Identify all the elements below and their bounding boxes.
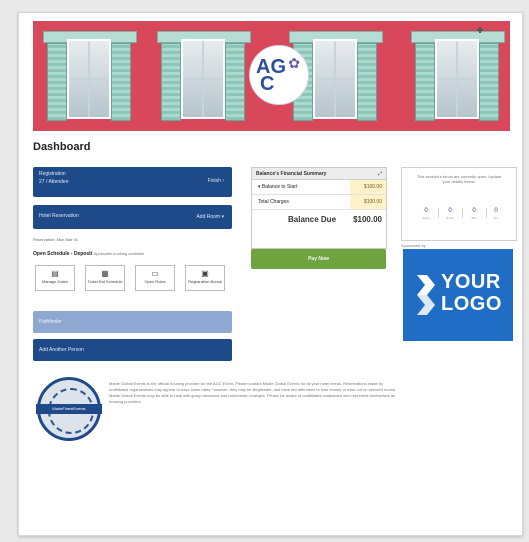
chevron-right-icon: › bbox=[222, 178, 224, 184]
tile-label: Ticket Bid Schedule bbox=[87, 279, 123, 284]
balance-due-value: $100.00 bbox=[353, 215, 382, 224]
cursor-icon bbox=[477, 27, 483, 33]
banner-window bbox=[157, 31, 251, 121]
expand-icon[interactable]: ⤢ bbox=[378, 171, 382, 177]
quick-action-ticket-schedule[interactable]: ▦ Ticket Bid Schedule bbox=[85, 265, 125, 291]
financial-summary: Balance's Financial Summary ⤢ ▾ Balance … bbox=[251, 167, 387, 249]
quick-action-registration-bonus[interactable]: ▣ Registration Bonus bbox=[185, 265, 225, 291]
financial-summary-title: Balance's Financial Summary bbox=[256, 171, 327, 177]
housing-notice-paragraph: Madie Global Events is the official hous… bbox=[109, 381, 397, 404]
flower-icon: ✿ bbox=[288, 55, 300, 71]
open-schedule-title: Open Schedule - Deposit bbox=[33, 251, 93, 257]
financial-summary-header: Balance's Financial Summary ⤢ bbox=[252, 168, 386, 180]
open-schedule-subtitle: Applicable booking available bbox=[93, 251, 145, 256]
gift-icon: ▣ bbox=[201, 269, 209, 278]
row-label: Balance to Start bbox=[261, 184, 298, 190]
sponsor-caption: Sponsored by bbox=[401, 243, 426, 248]
calendar-icon: ▤ bbox=[51, 269, 59, 278]
add-room-label: Add Room bbox=[196, 214, 221, 220]
summary-row: Total Charges $100.00 bbox=[252, 195, 386, 210]
caret-icon: ▾ bbox=[258, 184, 261, 190]
tile-label: Manage Dates bbox=[41, 279, 68, 284]
pathfinder-button[interactable]: Pathfinder bbox=[33, 311, 232, 333]
row-value: $100.00 bbox=[350, 195, 386, 209]
pay-now-button[interactable]: Pay Now bbox=[251, 249, 386, 269]
badge-ribbon-text: MadeFinestEvents bbox=[36, 404, 102, 414]
countdown-days: 0 Days bbox=[422, 208, 430, 220]
hotel-reservation-button[interactable]: Hotel Reservation Add Room ▾ bbox=[33, 205, 232, 229]
add-another-person-button[interactable]: Add Another Person bbox=[33, 339, 232, 361]
logo-word-logo: LOGO bbox=[441, 293, 502, 315]
countdown-seconds: 0 Sec bbox=[493, 208, 499, 220]
quick-action-open-roles[interactable]: ▭ Open Roles bbox=[135, 265, 175, 291]
balance-due-row: Balance Due $100.00 bbox=[252, 210, 386, 230]
countdown-message: This session's funds are currently open.… bbox=[416, 174, 502, 184]
page-title: Dashboard bbox=[33, 141, 91, 153]
chevron-down-icon: ▾ bbox=[221, 214, 224, 220]
logo-word-your: YOUR bbox=[441, 271, 501, 293]
organization-logo: AG C ✿ bbox=[249, 45, 309, 105]
banner-window bbox=[411, 31, 505, 121]
open-schedule-heading: Open Schedule - Deposit Applicable booki… bbox=[33, 251, 144, 257]
reservation-note: Reservation: Mon Mar 01 bbox=[33, 237, 78, 242]
countdown-panel: This session's funds are currently open.… bbox=[401, 167, 517, 241]
tile-label: Registration Bonus bbox=[188, 279, 222, 284]
countdown-timer: 0 Days 0 Hours 0 Min 0 Sec bbox=[416, 206, 504, 226]
chevron-logo-icon bbox=[417, 275, 435, 315]
balance-due-label: Balance Due bbox=[288, 215, 337, 224]
event-badge-logo: MadeFinestEvents bbox=[36, 377, 102, 441]
banner-window bbox=[43, 31, 137, 121]
registration-status: Finish bbox=[207, 178, 221, 184]
quick-actions: ▤ Manage Dates ▦ Ticket Bid Schedule ▭ O… bbox=[35, 265, 231, 291]
countdown-hours: 0 Hours bbox=[445, 208, 454, 220]
row-label: Total Charges bbox=[258, 199, 289, 205]
tile-label: Open Roles bbox=[144, 279, 166, 284]
registration-button[interactable]: Registration 27 / Attendee Finish › bbox=[33, 167, 232, 197]
dashboard-window: AG C ✿ Dashboard Registration 27 / Atten… bbox=[18, 12, 523, 536]
registration-sublabel: 27 / Attendee bbox=[39, 179, 69, 185]
sponsor-logo[interactable]: YOUR LOGO bbox=[403, 249, 513, 341]
ticket-icon: ▦ bbox=[101, 269, 109, 278]
registration-label: Registration bbox=[39, 171, 66, 177]
summary-row: ▾ Balance to Start $100.00 bbox=[252, 180, 386, 195]
countdown-minutes: 0 Min bbox=[471, 208, 477, 220]
row-value: $100.00 bbox=[350, 180, 386, 194]
quick-action-manage-dates[interactable]: ▤ Manage Dates bbox=[35, 265, 75, 291]
list-icon: ▭ bbox=[151, 269, 159, 278]
header-banner-image: AG C ✿ bbox=[33, 21, 510, 131]
